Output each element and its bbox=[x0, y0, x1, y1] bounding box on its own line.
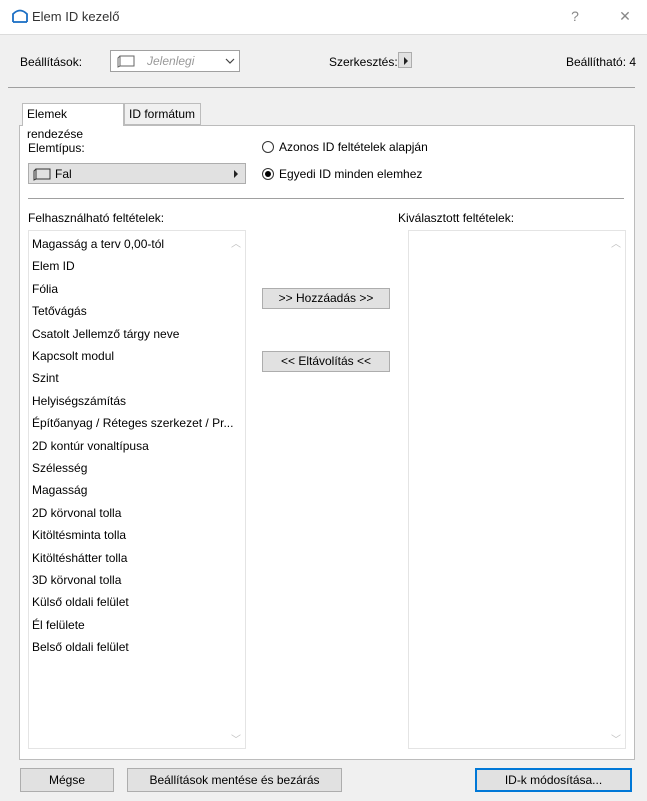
radio-label: Azonos ID feltételek alapján bbox=[279, 140, 428, 154]
window-title: Elem ID kezelő bbox=[32, 9, 120, 24]
list-item[interactable]: 2D kontúr vonaltípusa bbox=[32, 435, 149, 457]
tab-label: ID formátum bbox=[129, 107, 196, 121]
list-item[interactable]: Építőanyag / Réteges szerkezet / Pr... bbox=[32, 412, 233, 434]
list-item[interactable]: Él felülete bbox=[32, 614, 85, 636]
scroll-down-icon[interactable]: ﹀ bbox=[231, 731, 241, 746]
available-criteria-label: Felhasználható feltételek: bbox=[28, 211, 165, 225]
list-item[interactable]: Szint bbox=[32, 367, 59, 389]
radio-same-id[interactable]: Azonos ID feltételek alapján bbox=[262, 140, 462, 156]
selected-criteria-label: Kiválasztott feltételek: bbox=[398, 211, 515, 225]
radio-label: Egyedi ID minden elemhez bbox=[279, 167, 423, 181]
radio-unique-id[interactable]: Egyedi ID minden elemhez bbox=[262, 167, 462, 183]
available-criteria-list[interactable]: Magasság a terv 0,00-tól Elem ID Fólia Tető… bbox=[28, 230, 246, 749]
header-divider bbox=[8, 87, 635, 88]
section-divider bbox=[28, 198, 624, 199]
radio-button[interactable] bbox=[262, 168, 274, 180]
list-item[interactable]: Csatolt Jellemző tárgy neve bbox=[32, 323, 179, 345]
element-type-label: Elemtípus: bbox=[28, 141, 85, 155]
title-bar: Elem ID kezelő ? ✕ bbox=[0, 0, 647, 34]
selected-criteria-list[interactable]: ︿ ﹀ bbox=[408, 230, 626, 749]
settable-count: Beállítható: 4 bbox=[566, 55, 637, 69]
list-item[interactable]: Kapcsolt modul bbox=[32, 345, 114, 367]
help-button[interactable]: ? bbox=[565, 6, 585, 26]
list-item[interactable]: Belső oldali felület bbox=[32, 636, 129, 658]
tab-id-format[interactable]: ID formátum bbox=[124, 103, 201, 125]
list-item[interactable]: 2D körvonal tolla bbox=[32, 502, 121, 524]
list-item[interactable]: Magasság a terv 0,00-tól bbox=[32, 233, 164, 255]
list-item[interactable]: Kitöltésminta tolla bbox=[32, 524, 126, 546]
list-item[interactable]: Szélesség bbox=[32, 457, 87, 479]
modify-ids-button[interactable]: ID-k módosítása... bbox=[475, 768, 632, 792]
add-button[interactable]: >> Hozzáadás >> bbox=[262, 288, 390, 309]
list-item[interactable]: Fólia bbox=[32, 278, 58, 300]
tab-sort-elements[interactable]: Elemek rendezése bbox=[22, 103, 124, 141]
radio-button[interactable] bbox=[262, 141, 274, 153]
arrow-right-icon bbox=[404, 57, 408, 65]
scroll-up-icon[interactable]: ︿ bbox=[611, 235, 621, 250]
arrow-right-icon bbox=[234, 170, 238, 178]
tab-label: Elemek rendezése bbox=[27, 107, 84, 141]
remove-button[interactable]: << Eltávolítás << bbox=[262, 351, 390, 372]
element-type-value: Fal bbox=[55, 167, 72, 181]
chevron-down-icon bbox=[225, 58, 235, 64]
scroll-up-icon[interactable]: ︿ bbox=[231, 235, 241, 250]
list-item[interactable]: Tetővágás bbox=[32, 300, 87, 322]
settings-dropdown[interactable]: Jelenlegi bbox=[110, 50, 240, 72]
settings-label: Beállítások: bbox=[20, 55, 83, 69]
app-logo-icon bbox=[12, 9, 28, 23]
list-item[interactable]: Külső oldali felület bbox=[32, 591, 129, 613]
close-button[interactable]: ✕ bbox=[615, 6, 635, 26]
list-item[interactable]: Helyiségszámítás bbox=[32, 390, 126, 412]
edit-label: Szerkesztés: bbox=[329, 55, 398, 69]
element-type-selector[interactable]: Fal bbox=[28, 163, 246, 184]
scroll-down-icon[interactable]: ﹀ bbox=[611, 731, 621, 746]
settings-dropdown-value: Jelenlegi bbox=[147, 54, 195, 68]
list-item[interactable]: Elem ID bbox=[32, 255, 75, 277]
list-item[interactable]: 3D körvonal tolla bbox=[32, 569, 121, 591]
list-item[interactable]: Magasság bbox=[32, 479, 87, 501]
cancel-button[interactable]: Mégse bbox=[20, 768, 114, 792]
save-and-close-button[interactable]: Beállítások mentése és bezárás bbox=[127, 768, 342, 792]
wall-icon bbox=[33, 168, 51, 181]
list-item[interactable]: Kitöltéshátter tolla bbox=[32, 547, 127, 569]
wall-icon bbox=[117, 55, 135, 68]
edit-menu-button[interactable] bbox=[398, 52, 412, 68]
